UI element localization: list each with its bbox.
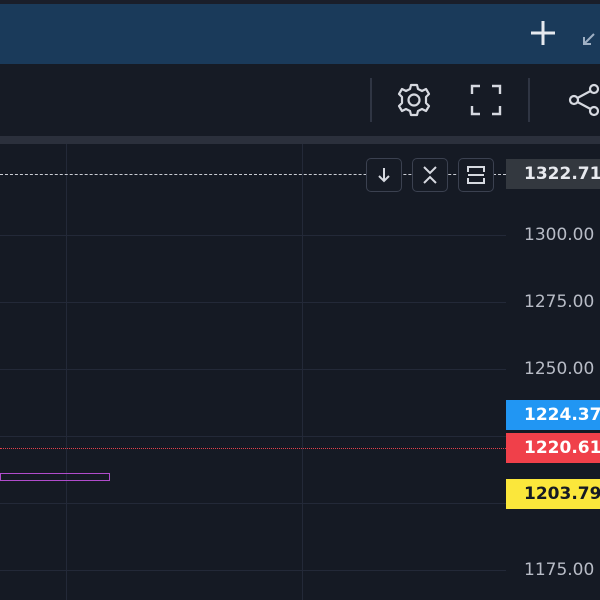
price-tick-label: 1175.00: [524, 560, 595, 580]
fullscreen-icon: [470, 84, 502, 116]
price-tick-label: 1250.00: [524, 359, 595, 379]
chart-toolbar: [0, 64, 600, 136]
horizontal-gridline: [0, 436, 506, 437]
fit-screen-icon: [467, 166, 485, 184]
arrow-down-icon: [378, 168, 390, 183]
red-price-line: [0, 448, 506, 449]
last-price-tag: 1322.71: [506, 159, 600, 189]
collapse-button[interactable]: [412, 158, 448, 192]
horizontal-gridline: [0, 302, 506, 303]
gear-icon: [397, 83, 431, 117]
plus-icon[interactable]: [528, 18, 558, 48]
price-tick-label: 1300.00: [524, 225, 595, 245]
price-axis[interactable]: 1322.71 1300.00 1275.00 1250.00 1224.37 …: [506, 144, 600, 600]
price-tick-label: 1275.00: [524, 292, 595, 312]
collapse-icon: [423, 166, 437, 184]
horizontal-gridline: [0, 570, 506, 571]
purple-box-drawing[interactable]: [0, 473, 110, 481]
fit-screen-button[interactable]: [458, 158, 494, 192]
fullscreen-button[interactable]: [464, 78, 508, 122]
settings-button[interactable]: [392, 78, 436, 122]
yellow-price-tag: 1203.79: [506, 479, 600, 509]
share-icon: [568, 83, 600, 117]
blue-price-tag: 1224.37: [506, 400, 600, 430]
scroll-to-latest-button[interactable]: [366, 158, 402, 192]
horizontal-gridline: [0, 369, 506, 370]
vertical-gridline: [66, 144, 67, 600]
toolbar-separator-band: [0, 136, 600, 144]
red-price-tag: 1220.61: [506, 433, 600, 463]
share-button[interactable]: [562, 78, 600, 122]
chart-pane[interactable]: 1322.71 1300.00 1275.00 1250.00 1224.37 …: [0, 144, 600, 600]
top-header-bar: [0, 0, 600, 64]
horizontal-gridline: [0, 235, 506, 236]
horizontal-gridline: [0, 503, 506, 504]
toolbar-divider: [370, 78, 372, 122]
shrink-arrows-icon[interactable]: [580, 28, 600, 52]
toolbar-divider: [528, 78, 530, 122]
vertical-gridline: [302, 144, 303, 600]
